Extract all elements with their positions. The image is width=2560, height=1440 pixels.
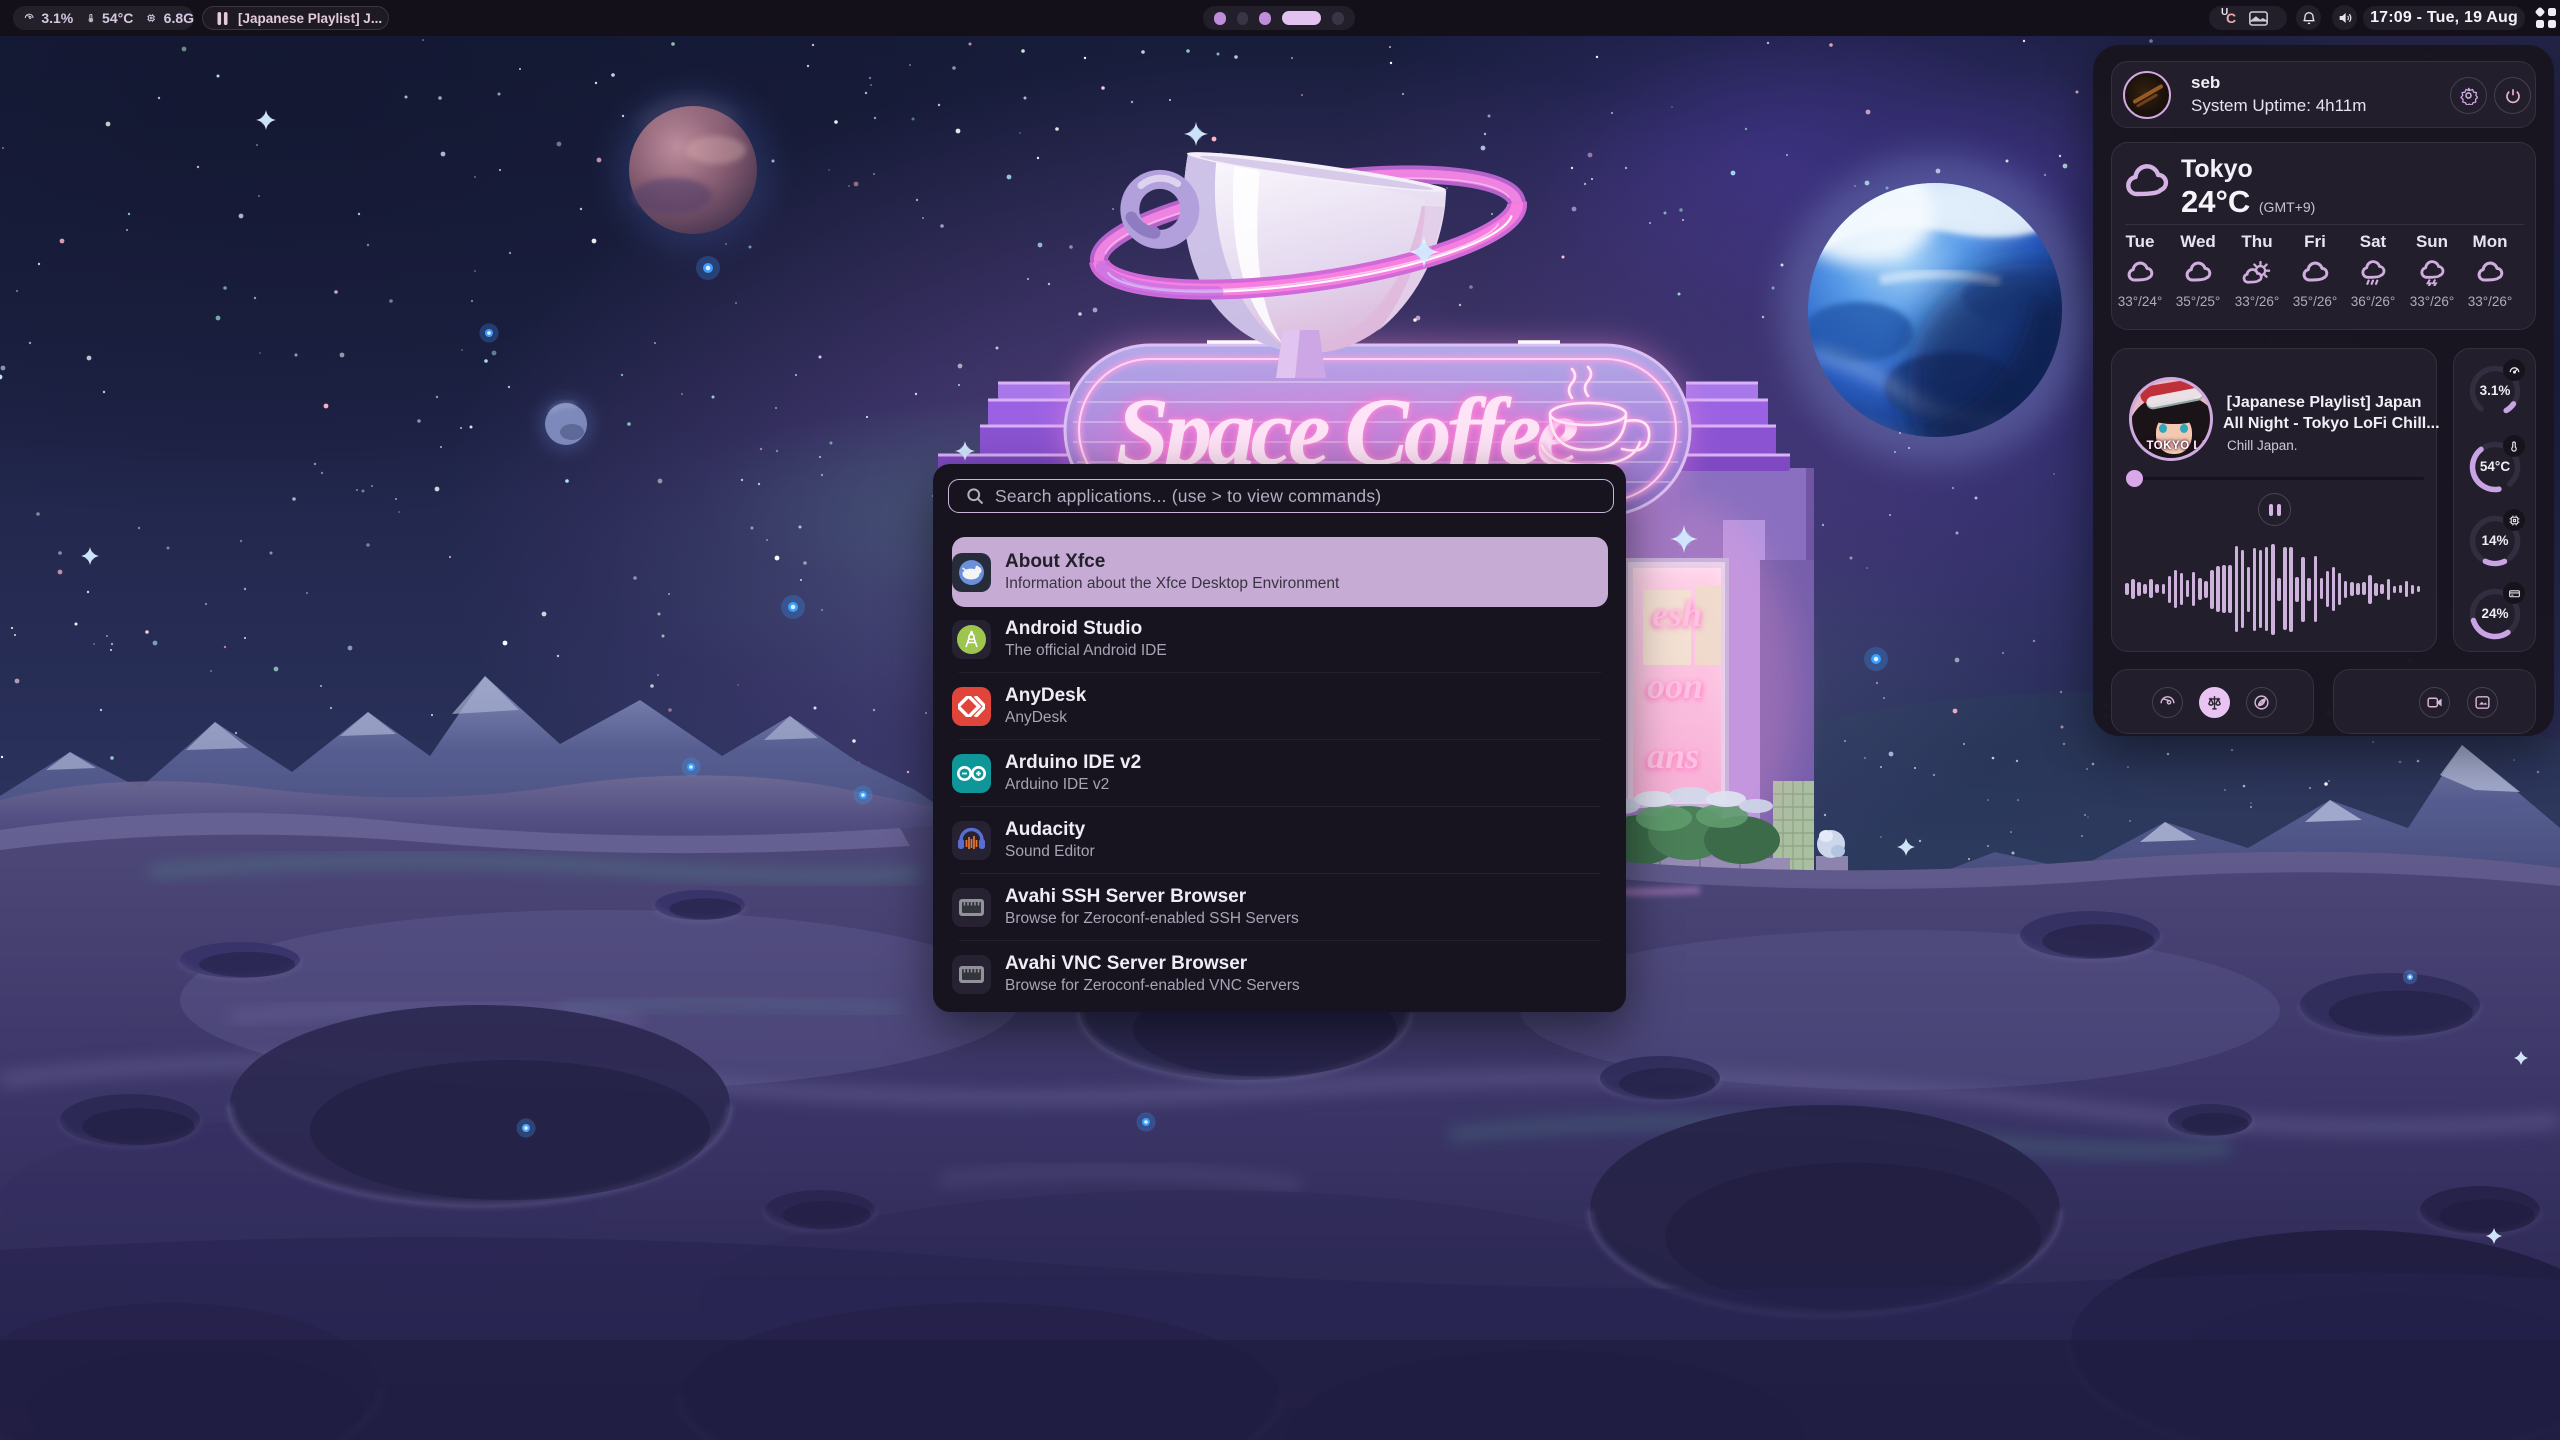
- svg-text:oon: oon: [1647, 666, 1703, 706]
- svg-text:esh: esh: [1652, 594, 1702, 634]
- svg-text:ans: ans: [1647, 736, 1699, 776]
